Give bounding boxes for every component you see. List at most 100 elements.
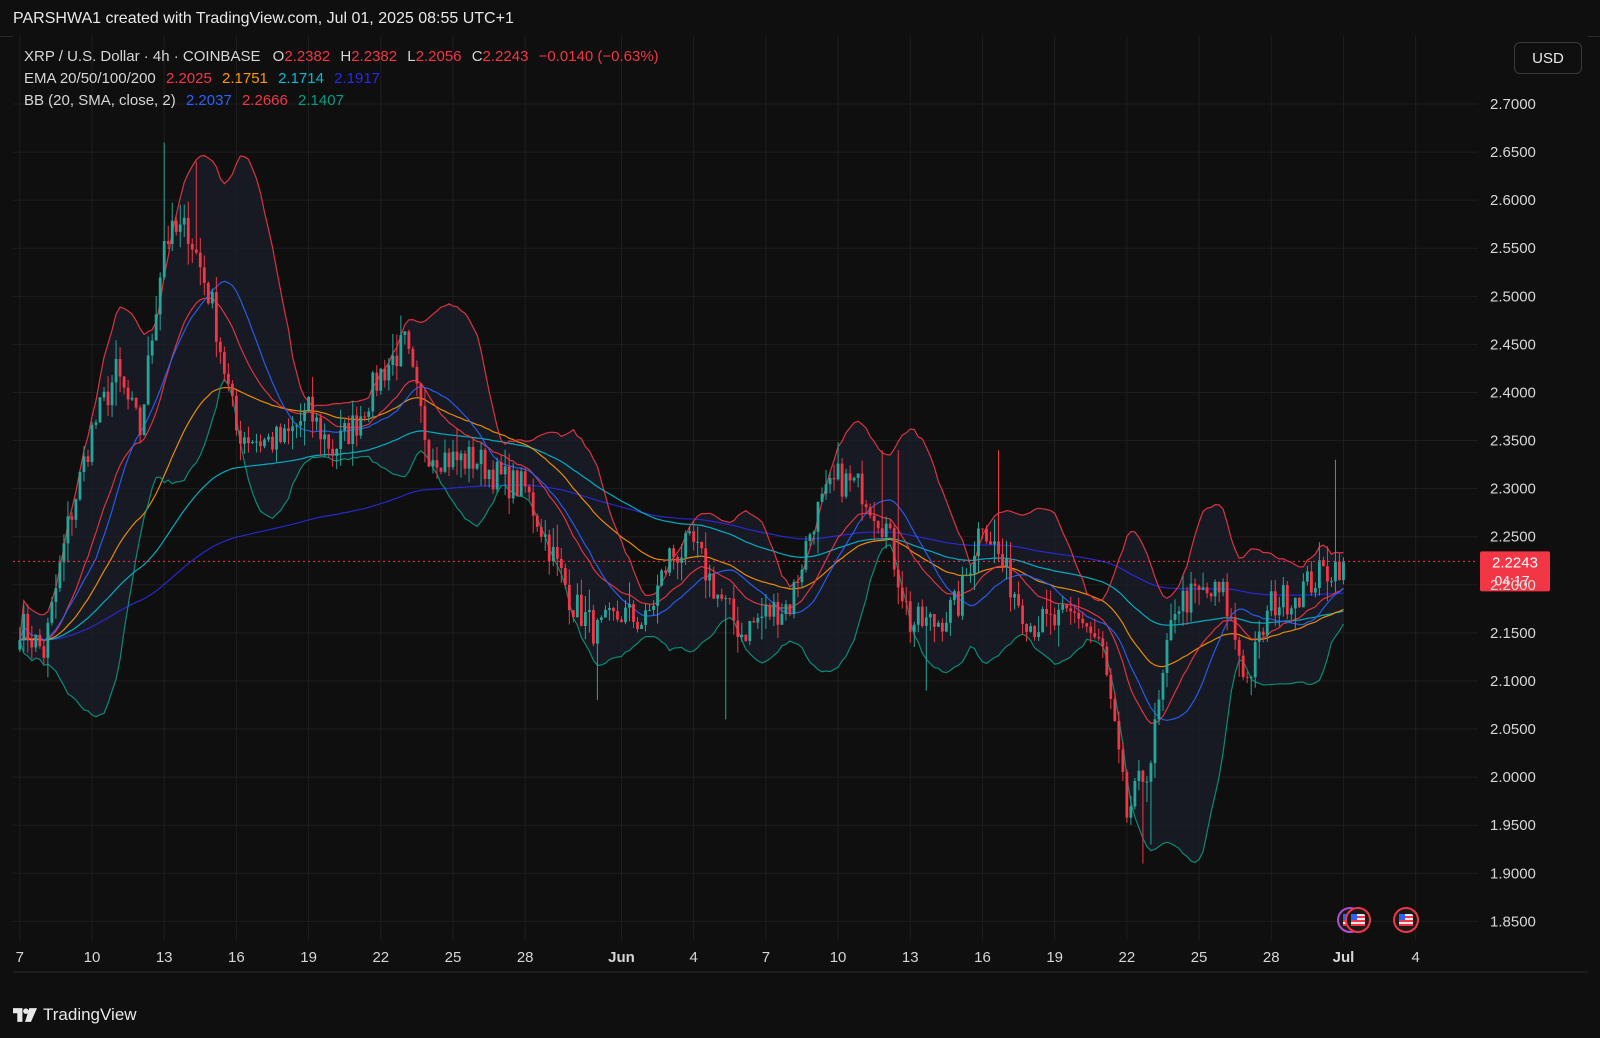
candle-body bbox=[636, 621, 639, 629]
candle-body bbox=[1161, 672, 1165, 700]
candle-body bbox=[443, 452, 447, 472]
candle-body bbox=[928, 614, 932, 618]
y-tick-label: 2.1500 bbox=[1490, 625, 1536, 642]
candle-body bbox=[291, 426, 294, 432]
candle-body bbox=[944, 622, 948, 632]
price-chart[interactable]: 2.224304:17 2.70002.65002.60002.55002.50… bbox=[0, 0, 1600, 1038]
candle-body bbox=[26, 613, 30, 640]
candle-body bbox=[940, 622, 944, 632]
ohlc-high: 2.2382 bbox=[351, 48, 398, 65]
candle-body bbox=[840, 463, 844, 497]
candle-body bbox=[1277, 607, 1281, 616]
candle-body bbox=[535, 515, 539, 527]
candle-body bbox=[744, 634, 748, 641]
candle-body bbox=[1069, 608, 1073, 612]
candle-body bbox=[271, 436, 274, 450]
currency-button[interactable]: USD bbox=[1514, 42, 1582, 74]
ohlc-change: −0.0140 (−0.63%) bbox=[538, 48, 659, 65]
candle-body bbox=[555, 546, 559, 559]
candle-body bbox=[114, 359, 118, 383]
brand-name: TradingView bbox=[43, 1005, 137, 1024]
candle-body bbox=[1342, 561, 1345, 581]
candle-body bbox=[1129, 806, 1133, 818]
candle-body bbox=[796, 582, 800, 584]
candle-body bbox=[1326, 566, 1329, 582]
candle-body bbox=[122, 376, 126, 388]
x-tick-label: 4 bbox=[1411, 949, 1419, 966]
candle-body bbox=[932, 614, 936, 627]
candle-body bbox=[158, 277, 162, 315]
candle-body bbox=[451, 451, 455, 468]
candle-body bbox=[230, 383, 234, 396]
candle-body bbox=[379, 368, 383, 391]
candle-body bbox=[860, 473, 864, 505]
ohlc-close-label: C bbox=[471, 48, 483, 65]
x-tick-label: 28 bbox=[517, 949, 534, 966]
x-tick-label: Jul bbox=[1333, 949, 1355, 966]
candle-body bbox=[479, 449, 483, 465]
candle-body bbox=[327, 434, 331, 449]
candle-body bbox=[1253, 641, 1257, 678]
candle-body bbox=[423, 406, 427, 441]
bb-row[interactable]: BB (20, SMA, close, 2) 2.2037 2.2666 2.1… bbox=[24, 90, 659, 112]
candle-body bbox=[652, 605, 655, 611]
candle-body bbox=[1245, 677, 1249, 679]
candle-body bbox=[1001, 554, 1004, 567]
y-tick-label: 2.5500 bbox=[1490, 240, 1536, 257]
ema200-value: 2.1917 bbox=[334, 70, 381, 87]
ema-row[interactable]: EMA 20/50/100/200 2.2025 2.1751 2.1714 2… bbox=[24, 68, 659, 90]
candle-body bbox=[660, 570, 663, 586]
candle-body bbox=[42, 646, 46, 658]
candle-body bbox=[263, 439, 266, 447]
candle-body bbox=[50, 601, 54, 623]
candle-body bbox=[864, 504, 868, 508]
symbol-title[interactable]: XRP / U.S. Dollar · 4h · COINBASE bbox=[24, 48, 260, 65]
candle-body bbox=[1189, 583, 1193, 613]
candle-body bbox=[1037, 632, 1041, 638]
candle-body bbox=[46, 622, 50, 658]
candle-body bbox=[1221, 581, 1225, 593]
y-tick-label: 1.8500 bbox=[1490, 913, 1536, 930]
candle-body bbox=[110, 382, 114, 406]
candle-body bbox=[551, 546, 555, 562]
candle-body bbox=[375, 372, 379, 391]
candle-body bbox=[523, 471, 527, 487]
candle-body bbox=[1317, 560, 1321, 589]
candle-body bbox=[808, 534, 812, 541]
bb-label: BB (20, SMA, close, 2) bbox=[24, 92, 176, 109]
y-tick-label: 2.0500 bbox=[1490, 721, 1536, 738]
y-tick-label: 2.1000 bbox=[1490, 673, 1536, 690]
x-tick-label: 25 bbox=[1191, 949, 1208, 966]
candle-body bbox=[948, 600, 952, 623]
y-tick-label: 2.6000 bbox=[1490, 192, 1536, 209]
y-tick-label: 2.4000 bbox=[1490, 384, 1536, 401]
candle-body bbox=[315, 417, 319, 422]
candle-body bbox=[363, 416, 367, 418]
candle-body bbox=[591, 610, 595, 644]
candle-body bbox=[483, 449, 487, 480]
candle-body bbox=[664, 570, 667, 573]
tradingview-brand[interactable]: TradingView bbox=[13, 1005, 137, 1025]
candle-body bbox=[632, 603, 635, 622]
candle-body bbox=[583, 612, 587, 627]
candle-body bbox=[692, 531, 696, 542]
candle-body bbox=[431, 460, 435, 467]
candle-body bbox=[435, 460, 439, 468]
candle-body bbox=[1330, 581, 1333, 583]
candle-body bbox=[234, 395, 238, 431]
footer: TradingView bbox=[0, 994, 1600, 1038]
candle-body bbox=[1025, 623, 1028, 632]
ohlc-low-label: L bbox=[407, 48, 416, 65]
candle-body bbox=[595, 619, 599, 644]
candle-body bbox=[1101, 638, 1105, 647]
candle-body bbox=[547, 534, 551, 562]
candle-body bbox=[1133, 780, 1137, 807]
flag-canton bbox=[1399, 914, 1405, 920]
candle-body bbox=[1045, 608, 1049, 614]
bb-lower-value: 2.1407 bbox=[298, 92, 344, 109]
candle-body bbox=[415, 366, 419, 384]
candle-body bbox=[1229, 616, 1233, 618]
candle-body bbox=[792, 582, 796, 615]
candle-body bbox=[222, 352, 226, 374]
time-axis: 7 10 13 16 19 22 25 28 Jun 4 7 10 13 16 19 22 25 28 Jul 4 bbox=[16, 949, 1420, 966]
